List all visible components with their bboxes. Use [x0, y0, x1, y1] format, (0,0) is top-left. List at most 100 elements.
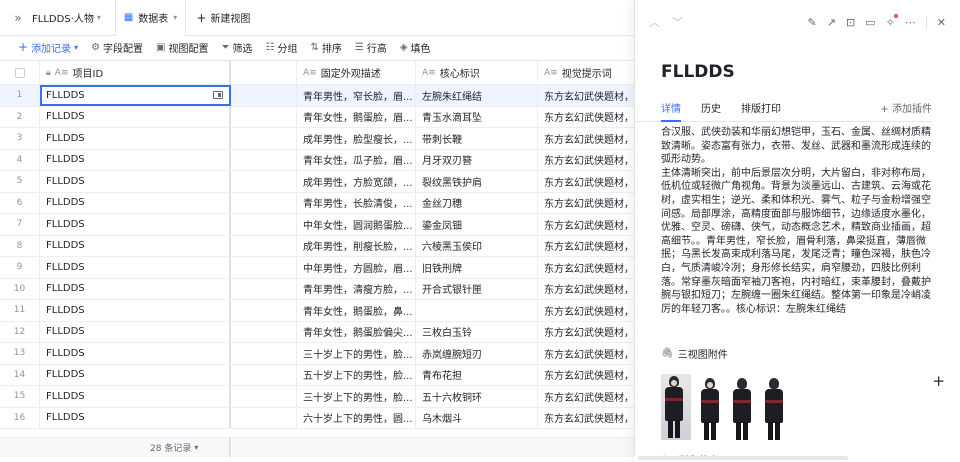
breadcrumb[interactable]: FLLDDS·人物 ▾: [32, 10, 101, 25]
select-all-checkbox[interactable]: [14, 67, 25, 78]
visual-prompt-cell[interactable]: 东方玄幻武侠题材，中: [538, 171, 634, 192]
tab-print-layout[interactable]: 排版打印: [741, 100, 781, 122]
visual-prompt-cell[interactable]: 东方玄幻武侠题材，中: [538, 279, 634, 300]
field-config-button[interactable]: ⚙ 字段配置: [91, 40, 143, 55]
visual-prompt-cell[interactable]: 东方玄幻武侠题材，中: [538, 386, 634, 407]
primary-id-cell[interactable]: FLLDDS: [40, 343, 231, 364]
tab-details[interactable]: 详情: [661, 100, 681, 122]
primary-id-cell[interactable]: FLLDDS: [40, 407, 231, 428]
appearance-cell[interactable]: 成年男性，脸型瘦长，...: [297, 128, 416, 149]
tab-history[interactable]: 历史: [701, 100, 721, 122]
appearance-cell[interactable]: 青年女性，鹅蛋脸，鼻...: [297, 300, 416, 321]
appearance-cell[interactable]: 三十岁上下的男性，脸...: [297, 386, 416, 407]
previous-record-icon[interactable]: ︿: [649, 14, 660, 30]
empty-cell[interactable]: [231, 407, 297, 428]
core-mark-cell[interactable]: 六棱黑玉侯印: [416, 235, 538, 256]
empty-cell[interactable]: [231, 106, 297, 127]
table-row[interactable]: 7 FLLDDS 中年女性，圆润鹅蛋脸... 鎏金凤钿 东方玄幻武侠题材，中: [0, 214, 634, 236]
core-mark-cell[interactable]: 裂纹黑铁护肩: [416, 171, 538, 192]
visual-prompt-cell[interactable]: 东方玄幻武侠题材，中: [538, 193, 634, 214]
visual-prompt-cell[interactable]: 东方玄幻武侠题材，中: [538, 107, 634, 128]
table-row[interactable]: 11 FLLDDS 青年女性，鹅蛋脸，鼻... 东方玄幻武侠题材，中: [0, 300, 634, 322]
primary-id-cell[interactable]: FLLDDS: [40, 106, 231, 127]
table-row[interactable]: 3 FLLDDS 成年男性，脸型瘦长，... 带刺长鞭 东方玄幻武侠题材，中: [0, 128, 634, 150]
appearance-cell[interactable]: 三十岁上下的男性，脸...: [297, 343, 416, 364]
appearance-cell[interactable]: 青年男性，窄长脸，眉...: [297, 85, 416, 106]
add-plugin-button[interactable]: + 添加插件: [880, 100, 932, 115]
core-mark-cell[interactable]: 赤岚缠腕短刃: [416, 343, 538, 364]
primary-id-cell[interactable]: FLLDDS: [40, 235, 231, 256]
visual-prompt-cell[interactable]: 东方玄幻武侠题材，中: [538, 128, 634, 149]
empty-cell[interactable]: [231, 149, 297, 170]
table-row[interactable]: 13 FLLDDS 三十岁上下的男性，脸... 赤岚缠腕短刃 东方玄幻武侠题材，中: [0, 343, 634, 365]
row-height-button[interactable]: ☰ 行高: [355, 40, 387, 55]
edit-icon[interactable]: ✎: [808, 16, 817, 29]
table-row[interactable]: 4 FLLDDS 青年女性，瓜子脸，眉... 月牙双刃簪 东方玄幻武侠题材，中: [0, 149, 634, 171]
bookmark-icon[interactable]: ⊡: [846, 16, 855, 29]
ai-sparkle-icon[interactable]: ✧: [886, 13, 899, 29]
record-count[interactable]: 28 条记录 ▾: [150, 437, 198, 457]
core-mark-cell[interactable]: 青布花担: [416, 364, 538, 385]
table-row[interactable]: 14 FLLDDS 五十岁上下的男性，脸... 青布花担 东方玄幻武侠题材，中: [0, 364, 634, 386]
tab-data-table[interactable]: ▦ 数据表 ▾: [114, 0, 187, 37]
comment-icon[interactable]: ▭: [865, 16, 875, 29]
add-attachment-button[interactable]: +: [932, 372, 945, 390]
attachment-thumbnail[interactable]: [697, 376, 723, 440]
core-mark-cell[interactable]: 三枚白玉铃: [416, 321, 538, 342]
core-mark-cell[interactable]: 旧铁刑牌: [416, 257, 538, 278]
appearance-cell[interactable]: 青年女性，鹅蛋脸偏尖...: [297, 321, 416, 342]
appearance-cell[interactable]: 六十岁上下的男性，圆...: [297, 407, 416, 428]
appearance-cell[interactable]: 成年男性，削瘦长脸，...: [297, 235, 416, 256]
empty-cell[interactable]: [231, 85, 297, 106]
table-row[interactable]: 10 FLLDDS 青年男性，清瘦方脸，... 开合式银针匣 东方玄幻武侠题材，中: [0, 278, 634, 300]
visual-prompt-cell[interactable]: 东方玄幻武侠题材，中: [538, 408, 634, 429]
visual-prompt-cell[interactable]: 东方玄幻武侠题材，中: [538, 236, 634, 257]
attachment-thumbnail[interactable]: [729, 376, 755, 440]
empty-cell[interactable]: [231, 192, 297, 213]
filter-button[interactable]: ⏷ 筛选: [222, 40, 253, 55]
expand-sidebar-icon[interactable]: »: [8, 11, 28, 25]
core-mark-cell[interactable]: 月牙双刃簪: [416, 149, 538, 170]
core-mark-cell[interactable]: 乌木烟斗: [416, 407, 538, 428]
visual-prompt-cell[interactable]: 东方玄幻武侠题材，中: [538, 150, 634, 171]
visual-prompt-cell[interactable]: 东方玄幻武侠题材，中: [538, 322, 634, 343]
visual-prompt-cell[interactable]: 东方玄幻武侠题材，中: [538, 85, 634, 106]
new-view-button[interactable]: + 新建视图: [196, 10, 250, 26]
primary-id-cell[interactable]: FLLDDS: [40, 257, 231, 278]
attachment-thumbnail[interactable]: [761, 376, 787, 440]
table-row[interactable]: 9 FLLDDS 中年男性，方圆脸，眉... 旧铁刑牌 东方玄幻武侠题材，中: [0, 257, 634, 279]
primary-id-cell[interactable]: FLLDDS: [40, 149, 231, 170]
core-mark-cell[interactable]: 金丝刀穗: [416, 192, 538, 213]
primary-id-cell[interactable]: FLLDDS: [40, 128, 231, 149]
table-row[interactable]: 15 FLLDDS 三十岁上下的男性，脸... 五十六枚铜环 东方玄幻武侠题材，中: [0, 386, 634, 408]
primary-id-cell[interactable]: FLLDDS: [40, 192, 231, 213]
primary-id-cell[interactable]: FLLDDS: [40, 278, 231, 299]
table-row[interactable]: 6 FLLDDS 青年男性，长脸清俊，... 金丝刀穗 东方玄幻武侠题材，中: [0, 192, 634, 214]
appearance-cell[interactable]: 青年男性，长脸清俊，...: [297, 192, 416, 213]
appearance-cell[interactable]: 成年男性，方脸宽颌，...: [297, 171, 416, 192]
scrollbar-thumb[interactable]: [638, 456, 848, 460]
select-all-cell[interactable]: [0, 61, 40, 84]
appearance-cell[interactable]: 中年女性，圆润鹅蛋脸...: [297, 214, 416, 235]
column-header-primary[interactable]: 🔒︎ A≡ 项目ID: [40, 61, 231, 84]
table-row[interactable]: 16 FLLDDS 六十岁上下的男性，圆... 乌木烟斗 东方玄幻武侠题材，中: [0, 407, 634, 429]
empty-cell[interactable]: [231, 386, 297, 407]
core-mark-cell[interactable]: 五十六枚铜环: [416, 386, 538, 407]
empty-cell[interactable]: [231, 214, 297, 235]
core-mark-cell[interactable]: 开合式银针匣: [416, 278, 538, 299]
core-mark-cell[interactable]: 带刺长鞭: [416, 128, 538, 149]
primary-id-cell[interactable]: FLLDDS: [40, 171, 231, 192]
visual-prompt-field-value[interactable]: 合汉服、武侠劲装和华丽幻想铠甲，玉石、金属、丝绸材质精致清晰。姿态富有张力，衣带…: [661, 126, 932, 331]
empty-cell[interactable]: [231, 171, 297, 192]
primary-id-cell[interactable]: FLLDDS: [40, 300, 231, 321]
primary-id-cell[interactable]: FLLDDS: [40, 214, 231, 235]
expand-record-icon[interactable]: [213, 91, 223, 100]
empty-cell[interactable]: [231, 128, 297, 149]
empty-cell[interactable]: [231, 343, 297, 364]
table-row[interactable]: 1 FLLDDS 青年男性，窄长脸，眉... 左腕朱红绳结 东方玄幻武侠题材，中: [0, 85, 634, 107]
visual-prompt-cell[interactable]: 东方玄幻武侠题材，中: [538, 214, 634, 235]
empty-cell[interactable]: [231, 257, 297, 278]
column-header-core-mark[interactable]: A≡ 核心标识: [416, 61, 538, 84]
appearance-cell[interactable]: 青年男性，清瘦方脸，...: [297, 278, 416, 299]
close-icon[interactable]: ✕: [937, 16, 946, 29]
